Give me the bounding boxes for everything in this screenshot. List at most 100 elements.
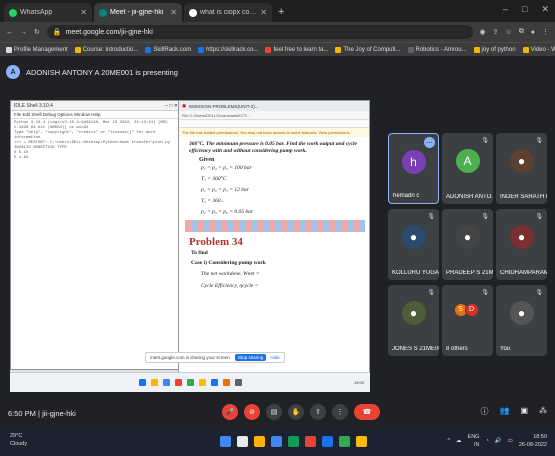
- decorative-border: [185, 220, 365, 232]
- bookmark-item[interactable]: https://skillrack.co...: [198, 46, 258, 53]
- close-window-button[interactable]: ✕: [541, 4, 549, 15]
- participant-tile[interactable]: ●🎙 KOLLURU YUGAN...: [388, 209, 439, 280]
- bookmark-item[interactable]: joy of python: [473, 46, 516, 53]
- given-value: T₃ = 360...: [201, 198, 225, 204]
- taskbar-app-icon[interactable]: [220, 436, 231, 447]
- participant-tile[interactable]: h ⋯ hemadri c: [388, 133, 439, 204]
- minimize-button[interactable]: –: [503, 4, 508, 15]
- participant-photo: ●: [509, 301, 534, 326]
- tab-close-icon[interactable]: ✕: [80, 8, 87, 17]
- bookmark-item[interactable]: Course: Introductio...: [74, 46, 138, 53]
- raise-hand-icon[interactable]: ✋: [288, 404, 304, 420]
- tab-label: what is ciopx concept in c - Goo...: [200, 9, 257, 16]
- participant-tile[interactable]: A 🎙 ADONISH ANTO...: [442, 133, 493, 204]
- taskbar-app-icon[interactable]: [339, 436, 350, 447]
- console-line: Python 3.10.4 (tags/v3.10.4:9d38120, Mar…: [14, 121, 168, 130]
- weather-temp: 29°C: [10, 433, 23, 439]
- pdf-viewer-window: ▣ EMISSION PROBLEMS(UNIT-2)... File C:/U…: [178, 100, 370, 392]
- tab-label: Meet - jii-gjne-hki: [110, 9, 164, 16]
- bookmark-icon: [6, 46, 12, 53]
- shared-screen-clock: 19:00: [353, 380, 364, 385]
- activities-icon[interactable]: ⁂: [539, 406, 547, 417]
- taskbar-clock[interactable]: 18:50 26-08-2022: [519, 433, 547, 449]
- bookmark-item[interactable]: The Joy of Computi...: [335, 46, 401, 53]
- pdf-warning: The file has limited permissions. You ma…: [179, 128, 369, 137]
- participant-tile[interactable]: S D 🎙 8 others: [442, 285, 493, 356]
- info-icon[interactable]: ⓘ: [480, 406, 488, 417]
- stop-sharing-button[interactable]: Stop sharing: [235, 354, 267, 361]
- participant-tile[interactable]: ●🎙 CHIDHAMPARAM...: [496, 209, 547, 280]
- cloud-icon[interactable]: ☁: [456, 438, 462, 444]
- participant-name: CHIDHAMPARAM...: [500, 270, 547, 276]
- profile-icon[interactable]: ●: [531, 29, 535, 36]
- taskbar-app-icon[interactable]: [305, 436, 316, 447]
- browser-tab[interactable]: WhatsApp ✕: [4, 3, 92, 22]
- participant-tile[interactable]: ●🎙 JONES S 21ME006: [388, 285, 439, 356]
- bookmark-label: joy of python: [481, 46, 516, 53]
- back-icon[interactable]: ←: [6, 29, 13, 36]
- battery-icon[interactable]: ▭: [508, 438, 513, 444]
- other-avatar: D: [464, 302, 479, 317]
- app-icon: [234, 379, 242, 386]
- star-icon[interactable]: ☆: [505, 28, 511, 36]
- tab-close-icon[interactable]: ✕: [170, 8, 177, 17]
- language-indicator[interactable]: ENG IN: [468, 433, 480, 449]
- mic-muted-icon: 🎙: [535, 138, 543, 144]
- participant-name: INDER SARATH M...: [500, 194, 547, 200]
- bookmark-icon: [74, 46, 81, 53]
- taskbar-app-icon[interactable]: [237, 436, 248, 447]
- menu-icon[interactable]: ⋮: [542, 28, 549, 36]
- tab-close-icon[interactable]: ✕: [260, 8, 267, 17]
- bookmark-item[interactable]: feel free to learn ta...: [265, 46, 328, 53]
- given-value: p₄ = p₅ = p₆ = 0.05 bar: [201, 209, 254, 215]
- pdf-toolbar: [179, 120, 369, 128]
- more-options-icon[interactable]: ⋮: [332, 404, 348, 420]
- more-options-icon[interactable]: ⋯: [424, 137, 435, 148]
- leave-call-button[interactable]: ☎: [354, 404, 380, 420]
- participant-avatar: h: [401, 149, 426, 174]
- hide-notice-button[interactable]: Hide: [270, 355, 279, 360]
- app-icon: [186, 379, 194, 386]
- volume-icon[interactable]: 🔊: [495, 438, 502, 444]
- lang-label: ENG: [467, 434, 480, 440]
- app-icon: [210, 379, 218, 386]
- taskbar-app-icon[interactable]: [271, 436, 282, 447]
- taskbar-app-icon[interactable]: [356, 436, 367, 447]
- region-label: IN: [473, 442, 480, 448]
- camera-icon[interactable]: ◉: [480, 28, 486, 36]
- participant-tile[interactable]: ●🎙 PRADEEP S 21ME...: [442, 209, 493, 280]
- bookmark-item[interactable]: Profile Management: [6, 46, 68, 53]
- mic-off-icon[interactable]: 🎤: [222, 404, 238, 420]
- browser-tab[interactable]: Meet - jii-gjne-hki ✕: [94, 3, 182, 22]
- share-notice-text: meet.google.com is sharing your screen.: [150, 355, 232, 360]
- idle-window-controls-icon: – □ ✕: [165, 103, 178, 109]
- chat-icon[interactable]: ▣: [520, 406, 528, 417]
- taskbar-app-icon[interactable]: [322, 436, 333, 447]
- tray-chevron-icon[interactable]: ^: [447, 438, 450, 444]
- participant-tile[interactable]: ●🎙 INDER SARATH M...: [496, 133, 547, 204]
- weather-widget[interactable]: 29°C Cloudy: [10, 432, 27, 448]
- participant-tile[interactable]: ● 🎙 You: [496, 285, 547, 356]
- bookmark-item[interactable]: SkillRack.com: [145, 46, 191, 53]
- reload-icon[interactable]: ↻: [34, 28, 40, 36]
- browser-tab[interactable]: what is ciopx concept in c - Goo...✕: [184, 3, 272, 22]
- people-icon[interactable]: 👥: [499, 406, 509, 417]
- mic-muted-icon: 🎙: [481, 290, 489, 296]
- extensions-icon[interactable]: ⧉: [519, 28, 524, 36]
- camera-off-icon[interactable]: ⊘: [244, 404, 260, 420]
- bookmark-item[interactable]: Robotics - Amrou...: [407, 46, 467, 53]
- share-icon[interactable]: ⇪: [493, 28, 499, 36]
- present-icon[interactable]: ⇧: [310, 404, 326, 420]
- clock-date: 26-08-2022: [518, 442, 547, 448]
- bookmark-label: Profile Management: [14, 46, 68, 53]
- taskbar-app-icon[interactable]: [254, 436, 265, 447]
- wifi-icon[interactable]: ◔: [485, 438, 488, 444]
- bookmark-item[interactable]: Video - Why Progra...: [522, 46, 555, 53]
- browser-tab-strip: WhatsApp ✕ Meet - jii-gjne-hki ✕ what is cio…: [0, 0, 555, 22]
- maximize-button[interactable]: □: [522, 4, 527, 15]
- new-tab-button[interactable]: +: [274, 3, 288, 22]
- address-bar[interactable]: 🔒 meet.google.com/jii-gjne-hki: [46, 25, 473, 39]
- forward-icon[interactable]: →: [20, 29, 27, 36]
- taskbar-app-icon[interactable]: [288, 436, 299, 447]
- captions-icon[interactable]: ▤: [266, 404, 282, 420]
